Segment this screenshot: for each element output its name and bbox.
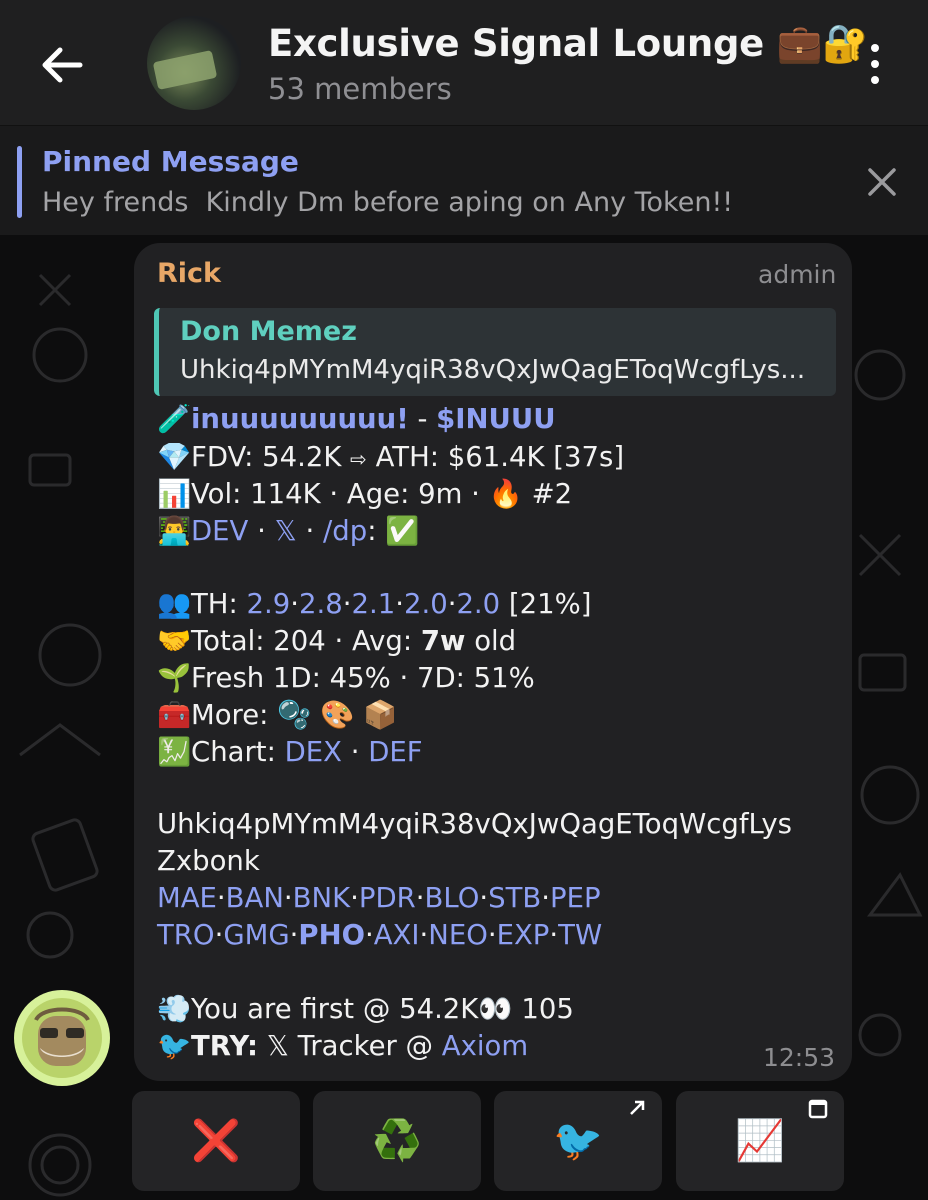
dex-link[interactable]: DEX [285,736,342,768]
message-time: 12:53 [763,1043,836,1072]
pinned-title: Pinned Message [42,145,299,178]
x-link[interactable]: 𝕏 [275,515,297,547]
chat-title[interactable]: Exclusive Signal Lounge 💼🔐 [268,22,868,66]
chart-increasing-icon: 📈 [735,1118,785,1164]
quick-link[interactable]: PHO [298,919,365,951]
try-line: 🐦TRY: 𝕏 Tracker @ Axiom [157,1030,529,1062]
quick-link[interactable]: EXP [497,919,550,951]
bar-chart-icon: 📊 [157,478,192,510]
close-pinned-icon[interactable] [866,166,898,202]
chart-line: 💹Chart: DEX · DEF [157,736,423,768]
bubbles-icon[interactable]: 🫧 [277,699,311,731]
tracker-button[interactable]: 🐦 [494,1091,662,1191]
th-link[interactable]: 2.0 [456,588,500,620]
th-link[interactable]: 2.0 [404,588,448,620]
palette-icon[interactable]: 🎨 [320,699,354,731]
more-options-icon[interactable] [860,42,890,86]
axiom-link[interactable]: Axiom [442,1030,528,1062]
more-line: 🧰More: 🫧 🎨 📦 [157,699,398,731]
quick-link[interactable]: AXI [374,919,420,951]
quick-link[interactable]: BAN [226,882,284,914]
quick-link[interactable]: MAE [157,882,217,914]
external-link-icon [628,1099,646,1121]
dev-line: 👨‍💻DEV · 𝕏 · /dp: ✅ [157,515,420,547]
test-tube-icon: 🧪 [157,403,192,435]
reply-text: Uhkiq4pMYmM4yqiR38vQxJwQagEToqWcgfLys... [180,355,806,385]
total-line: 🤝Total: 204 · Avg: 7w old [157,625,517,657]
dp-link[interactable]: /dp [323,515,367,547]
quick-link[interactable]: GMG [223,919,289,951]
bird-icon: 🐦 [553,1118,603,1164]
quick-link[interactable]: TW [558,919,602,951]
top-holders-line: 👥TH: 2.9·2.8·2.1·2.0·2.0 [21%] [157,588,592,620]
pinned-message-bar[interactable]: Pinned Message Hey frends Kindly Dm befo… [0,125,928,236]
th-link[interactable]: 2.8 [299,588,343,620]
th-link[interactable]: 2.1 [351,588,395,620]
cross-mark-icon: ❌ [191,1118,241,1164]
first-line: 💨You are first @ 54.2K👀 105 [157,993,574,1025]
member-count: 53 members [268,72,452,106]
quick-link[interactable]: BNK [293,882,350,914]
eyes-icon: 👀 [478,993,513,1025]
chart-yen-icon: 💹 [157,736,192,768]
handshake-icon: 🤝 [157,625,192,657]
toolbox-icon: 🧰 [157,699,192,731]
people-icon: 👥 [157,588,192,620]
reply-author: Don Memez [180,316,357,347]
pinned-indicator [17,146,22,218]
pinned-text: Hey frends Kindly Dm before aping on Any… [42,187,734,218]
dismiss-button[interactable]: ❌ [132,1091,300,1191]
sender-avatar[interactable] [14,990,110,1086]
volume-line: 📊Vol: 114K · Age: 9m · 🔥 #2 [157,478,573,510]
th-link[interactable]: 2.9 [247,588,291,620]
fdv-line: 💎FDV: 54.2K ⇨ ATH: $61.4K [37s] [157,441,625,473]
recycle-icon: ♻️ [372,1118,422,1164]
dash-icon: 💨 [157,993,192,1025]
quick-link[interactable]: BLO [425,882,480,914]
seedling-icon: 🌱 [157,662,192,694]
token-line: 🧪inuuuuuuuuu! - $INUUU [157,403,556,435]
quick-link[interactable]: STB [488,882,541,914]
token-ticker-link[interactable]: $INUUU [436,403,555,435]
check-mark-icon: ✅ [385,515,420,547]
token-name-link[interactable]: inuuuuuuuuu! [191,403,409,435]
bird-icon: 🐦 [157,1030,192,1062]
developer-icon: 👨‍💻 [157,515,192,547]
quick-link[interactable]: PEP [550,882,601,914]
package-icon[interactable]: 📦 [363,699,397,731]
fire-icon: 🔥 [488,478,523,510]
sender-name[interactable]: Rick [157,258,221,289]
links-row-1: MAE·BAN·BNK·PDR·BLO·STB·PEP [157,882,601,914]
quick-link[interactable]: TRO [157,919,215,951]
chat-header: Exclusive Signal Lounge 💼🔐 53 members [0,0,928,125]
contract-address-suffix[interactable]: Zxbonk [157,845,260,877]
contract-address[interactable]: Uhkiq4pMYmM4yqiR38vQxJwQagEToqWcgfLys [157,808,792,840]
quick-link[interactable]: NEO [428,919,488,951]
links-row-2: TRO·GMG·PHO·AXI·NEO·EXP·TW [157,919,603,951]
back-arrow-icon[interactable] [36,40,86,90]
def-link[interactable]: DEF [368,736,422,768]
chart-button[interactable]: 📈 [676,1091,844,1191]
refresh-button[interactable]: ♻️ [313,1091,481,1191]
quick-link[interactable]: PDR [359,882,416,914]
diamond-icon: 💎 [157,441,192,473]
group-avatar[interactable] [147,16,241,110]
web-app-icon [808,1099,828,1123]
fresh-line: 🌱Fresh 1D: 45% · 7D: 51% [157,662,535,694]
sender-role: admin [758,260,837,289]
dev-link[interactable]: DEV [191,515,248,547]
